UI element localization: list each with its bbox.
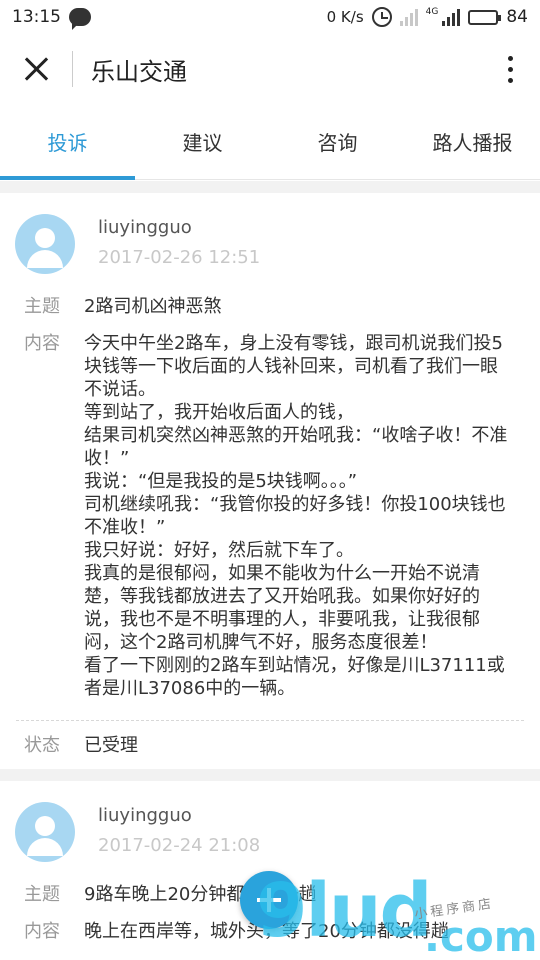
tab-inquiry[interactable]: 咨询 <box>270 104 405 179</box>
add-post-button[interactable] <box>240 871 298 929</box>
post-username: liuyingguo <box>98 217 192 238</box>
chat-icon <box>69 8 91 30</box>
more-dot-icon <box>507 55 513 61</box>
post-feed: liuyingguo 2017-02-26 12:51 主题 2路司机凶神恶煞 … <box>0 181 540 943</box>
network-speed: 0 K/s <box>326 8 364 26</box>
more-menu-button[interactable] <box>480 34 540 104</box>
cell-signal-icon <box>442 8 461 26</box>
close-button[interactable] <box>0 34 72 104</box>
subject-label: 主题 <box>24 884 60 905</box>
tab-passerby-report[interactable]: 路人播报 <box>405 104 540 179</box>
post-header: liuyingguo 2017-02-24 21:08 <box>0 781 540 883</box>
content-row: 内容 今天中午坐2路车，身上没有零钱，跟司机说我们投5块钱等一下收后面的人钱补回… <box>0 332 540 700</box>
status-value: 已受理 <box>84 734 138 756</box>
post-card[interactable]: liuyingguo 2017-02-26 12:51 主题 2路司机凶神恶煞 … <box>0 193 540 769</box>
battery-icon <box>468 9 502 25</box>
tab-complaint[interactable]: 投诉 <box>0 104 135 180</box>
subject-value: 9路车晚上20分钟都没得一趟 <box>84 884 317 905</box>
status-right: 0 K/s 4G 84 <box>327 7 528 27</box>
avatar <box>15 802 75 862</box>
subject-label: 主题 <box>24 296 60 317</box>
tab-suggestion[interactable]: 建议 <box>135 104 270 179</box>
battery-percent: 84 <box>506 7 528 27</box>
status-row: 状态 已受理 <box>0 721 540 769</box>
content-value: 晚上在西岸等，城外头，等了20分钟都没得趟 <box>84 921 449 942</box>
user-icon <box>35 816 55 836</box>
subject-value: 2路司机凶神恶煞 <box>84 296 222 317</box>
network-type: 4G <box>425 7 439 17</box>
more-dot-icon <box>507 66 513 72</box>
page-title: 乐山交通 <box>91 57 187 86</box>
more-dot-icon <box>507 77 513 83</box>
title-divider <box>72 51 73 87</box>
wifi-signal-icon <box>399 8 418 26</box>
content-value: 今天中午坐2路车，身上没有零钱，跟司机说我们投5块钱等一下收后面的人钱补回来，司… <box>84 333 508 699</box>
post-timestamp: 2017-02-24 21:08 <box>98 835 261 856</box>
status-label: 状态 <box>24 734 60 756</box>
status-bar: 13:15 0 K/s 4G 84 <box>0 0 540 34</box>
content-label: 内容 <box>24 333 60 354</box>
status-time: 13:15 <box>12 7 61 27</box>
feed-gap <box>0 181 540 193</box>
avatar <box>15 214 75 274</box>
post-username: liuyingguo <box>98 805 192 826</box>
status-left: 13:15 <box>12 7 91 30</box>
user-icon <box>35 228 55 248</box>
close-icon <box>23 56 49 82</box>
subject-row: 主题 2路司机凶神恶煞 <box>0 295 540 318</box>
alarm-clock-icon <box>371 7 392 27</box>
content-label: 内容 <box>24 921 60 942</box>
title-bar: 乐山交通 <box>0 34 540 104</box>
post-timestamp: 2017-02-26 12:51 <box>98 247 261 268</box>
feed-gap <box>0 769 540 781</box>
category-tabs: 投诉 建议 咨询 路人播报 <box>0 104 540 180</box>
plus-icon <box>257 888 281 912</box>
post-header: liuyingguo 2017-02-26 12:51 <box>0 193 540 295</box>
